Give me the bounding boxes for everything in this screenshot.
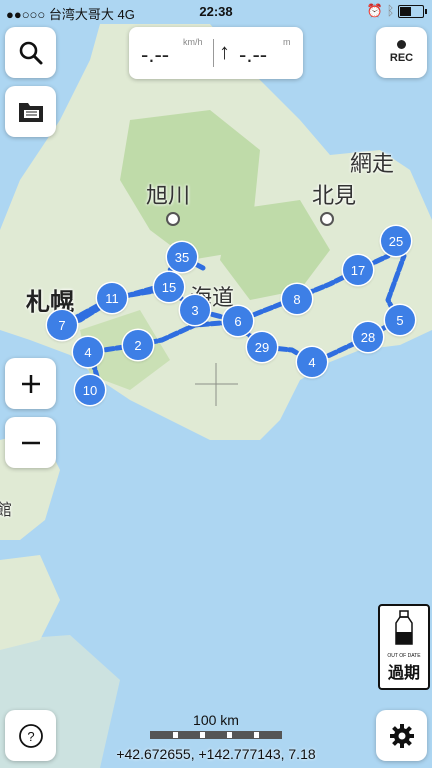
route-marker[interactable]: 25: [381, 226, 411, 256]
altitude-arrow-icon: ↑: [219, 39, 230, 64]
map-label-abashiri: 網走: [350, 152, 395, 177]
search-button[interactable]: [5, 27, 56, 78]
battery-icon: [398, 5, 427, 19]
alarm-icon: ⏰: [366, 3, 383, 18]
route-marker[interactable]: 4: [297, 347, 327, 377]
record-dot-icon: [396, 40, 406, 49]
route-marker[interactable]: 10: [75, 375, 105, 405]
speed-value: -.--: [141, 42, 170, 67]
speed-altitude-display: -.-- km/h ↑ -.-- m: [129, 27, 303, 79]
map-screen: 札幌 旭川 北見 網走 海道 館 35 15 11 7 3 6 8 17 25 5 28 4 29 2 4 1…: [0, 0, 432, 768]
scale-bar: 100 km: [150, 712, 282, 739]
milk-bottle-icon: [395, 610, 413, 645]
rec-label: REC: [389, 52, 414, 64]
track-folder-button[interactable]: [5, 86, 56, 137]
route-marker[interactable]: 17: [343, 255, 373, 285]
city-dot-kitami: [320, 212, 334, 226]
route-marker[interactable]: 3: [180, 295, 210, 325]
help-compass-icon: ?: [18, 723, 43, 748]
plus-icon: [21, 374, 40, 393]
zoom-in-button[interactable]: [5, 358, 56, 409]
route-marker[interactable]: 11: [97, 283, 127, 313]
bluetooth-icon: ᛒ: [386, 3, 395, 18]
divider: [213, 39, 214, 67]
map-label-hakodate-partial: 館: [0, 500, 13, 519]
scale-label: 100 km: [193, 712, 239, 728]
route-marker[interactable]: 7: [47, 310, 77, 340]
out-of-date-badge[interactable]: OUT OF DATE 過期: [378, 604, 430, 690]
scale-ruler: [150, 731, 282, 739]
route-marker[interactable]: 35: [167, 242, 197, 272]
out-of-date-label: 過期: [387, 663, 420, 682]
route-marker[interactable]: 5: [385, 305, 415, 335]
map-label-asahikawa: 旭川: [146, 184, 191, 209]
status-icons: ⏰ ᛒ: [366, 3, 427, 19]
map-label-kitami: 北見: [312, 184, 357, 209]
route-marker[interactable]: 8: [282, 284, 312, 314]
city-dot-asahikawa: [166, 212, 180, 226]
status-bar: ●●○○○ 台湾大哥大 4G 22:38 ⏰ ᛒ: [0, 0, 432, 24]
route-marker[interactable]: 2: [123, 330, 153, 360]
route-marker[interactable]: 6: [223, 306, 253, 336]
coordinates-readout: +42.672655, +142.777143, 7.18: [116, 746, 316, 762]
route-marker[interactable]: 15: [154, 272, 184, 302]
gear-icon: [389, 723, 414, 748]
map[interactable]: [0, 0, 432, 768]
speed-unit: km/h: [183, 37, 203, 47]
altitude-unit: m: [283, 37, 291, 47]
svg-text:?: ?: [27, 729, 34, 744]
route-marker[interactable]: 4: [73, 337, 103, 367]
route-marker[interactable]: 29: [247, 332, 277, 362]
minus-icon: [21, 441, 40, 444]
route-marker[interactable]: 28: [353, 322, 383, 352]
search-icon: [19, 41, 42, 64]
altitude-value: -.--: [239, 42, 268, 67]
record-button[interactable]: REC: [376, 27, 427, 78]
zoom-out-button[interactable]: [5, 417, 56, 468]
folder-icon: [18, 102, 43, 122]
